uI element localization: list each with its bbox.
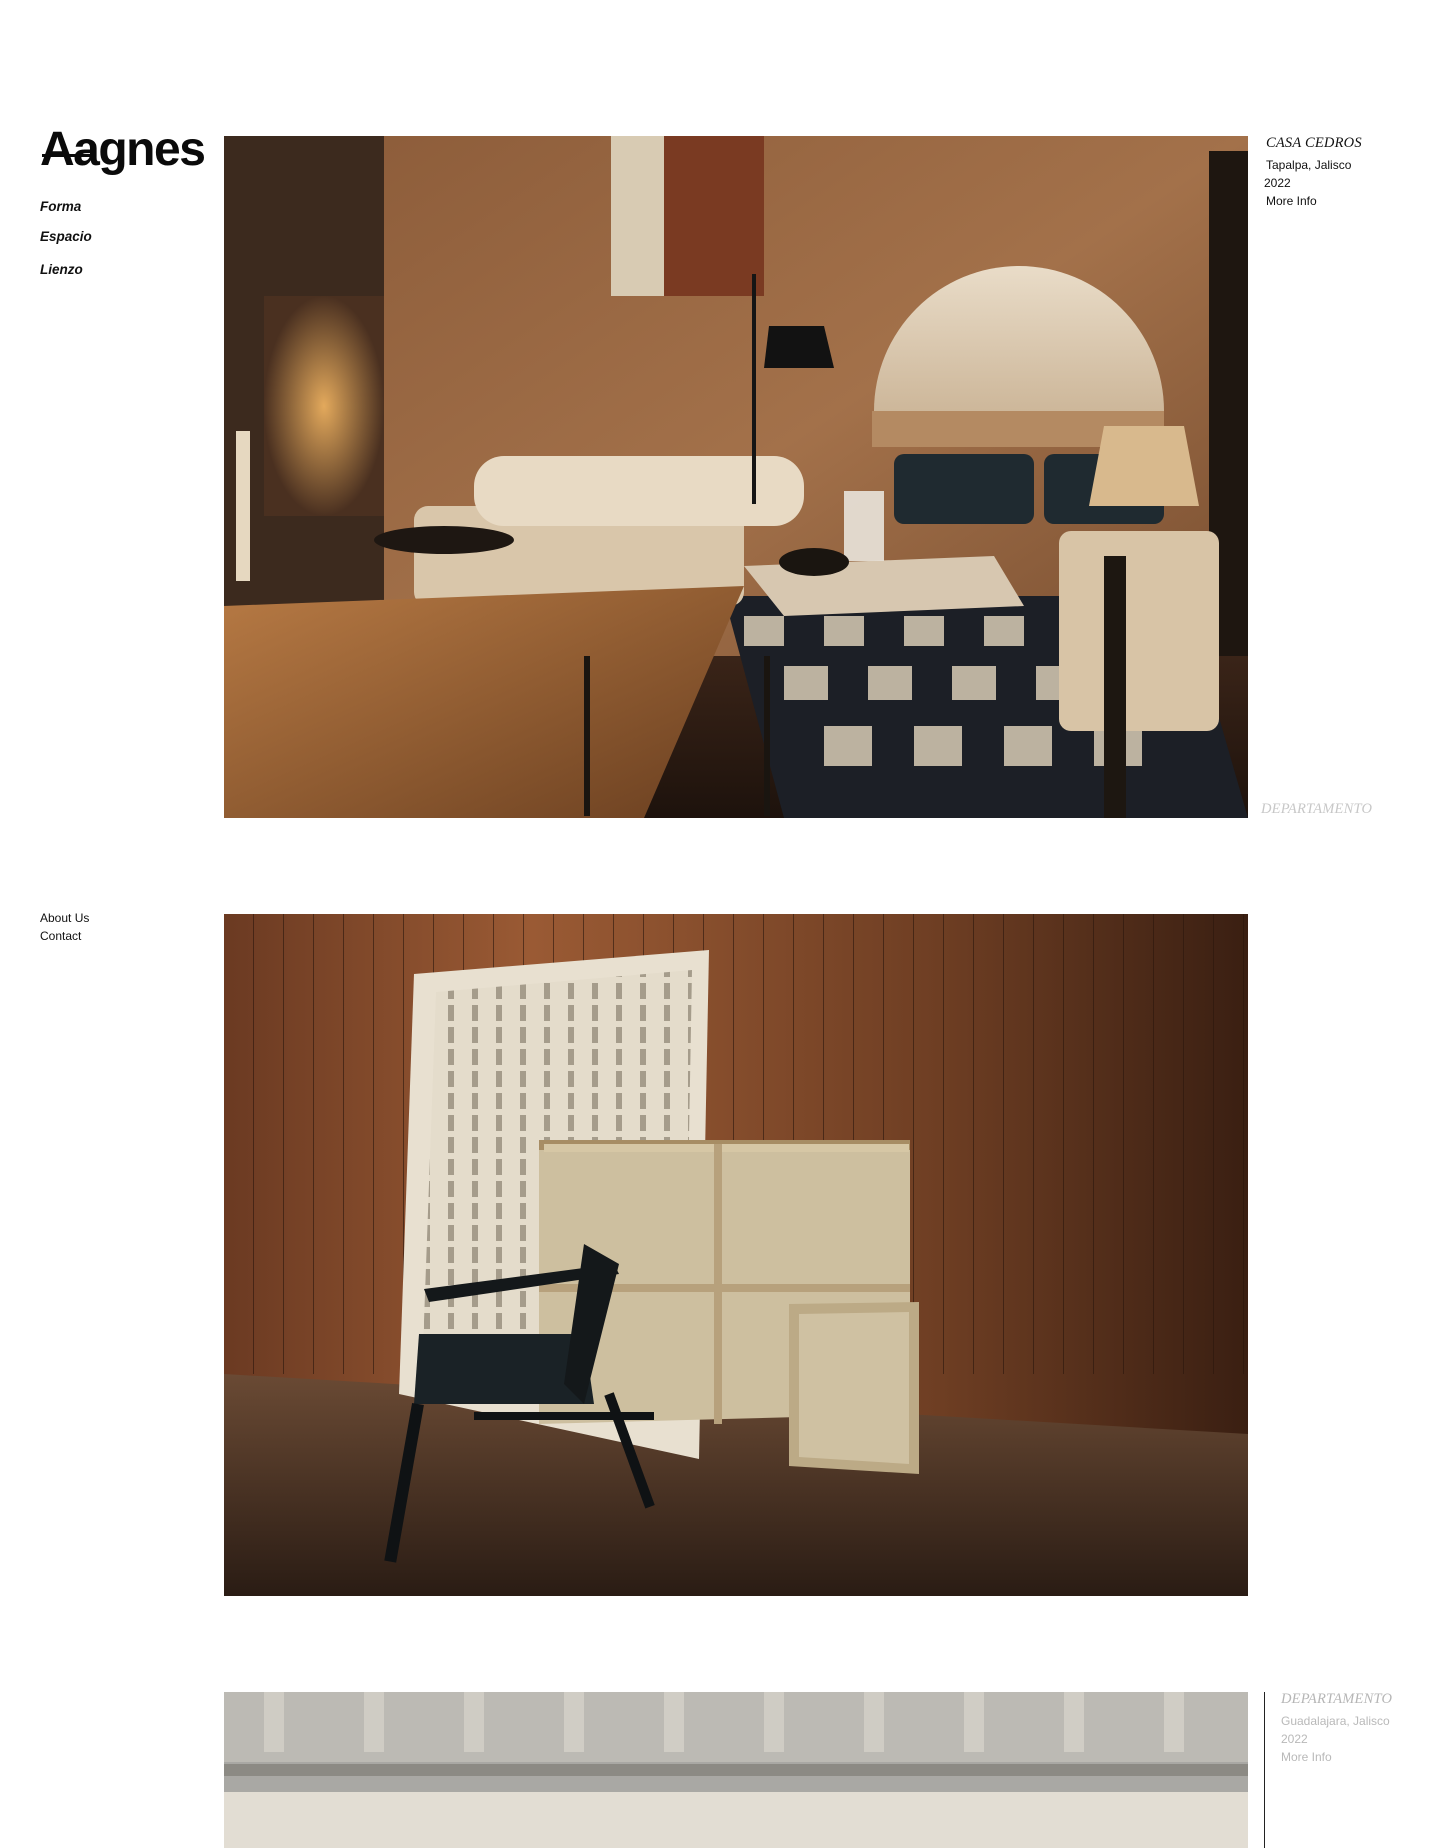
more-info-link[interactable]: More Info bbox=[1281, 1748, 1392, 1766]
project-photo-living-room[interactable] bbox=[224, 136, 1248, 818]
departamento-image bbox=[224, 1692, 1248, 1848]
footer-nav: About Us Contact bbox=[40, 909, 89, 945]
logo-strike-mark bbox=[42, 154, 96, 157]
project-year: 2022 bbox=[1264, 176, 1291, 190]
project-divider bbox=[1264, 1692, 1265, 1848]
project-title: CASA CEDROS bbox=[1266, 135, 1362, 151]
logo-text: Aagnes bbox=[40, 123, 206, 176]
living-room-image bbox=[224, 136, 1248, 818]
canvases-image bbox=[224, 914, 1248, 1596]
logo[interactable]: Aagnes bbox=[40, 123, 206, 176]
project-info-casa-cedros: CASA CEDROS Tapalpa, Jalisco 2022 More I… bbox=[1264, 134, 1362, 210]
project-category-label: DEPARTAMENTO bbox=[1261, 801, 1373, 817]
nav-item-forma[interactable]: Forma bbox=[40, 200, 92, 214]
nav-item-contact[interactable]: Contact bbox=[40, 927, 89, 945]
more-info-link[interactable]: More Info bbox=[1266, 192, 1362, 210]
project-location: Guadalajara, Jalisco bbox=[1281, 1714, 1390, 1728]
nav-item-espacio[interactable]: Espacio bbox=[40, 229, 92, 244]
project-location: Tapalpa, Jalisco bbox=[1266, 158, 1352, 172]
main-nav: Forma Espacio Lienzo bbox=[40, 200, 92, 277]
nav-item-about-us[interactable]: About Us bbox=[40, 909, 89, 927]
project-info-departamento: DEPARTAMENTO Guadalajara, Jalisco 2022 M… bbox=[1281, 1690, 1392, 1766]
nav-item-lienzo[interactable]: Lienzo bbox=[40, 263, 92, 277]
project-photo-canvases[interactable] bbox=[224, 914, 1248, 1596]
project-photo-departamento[interactable] bbox=[224, 1692, 1248, 1848]
project-title: DEPARTAMENTO bbox=[1281, 1691, 1393, 1707]
project-year: 2022 bbox=[1281, 1732, 1308, 1746]
